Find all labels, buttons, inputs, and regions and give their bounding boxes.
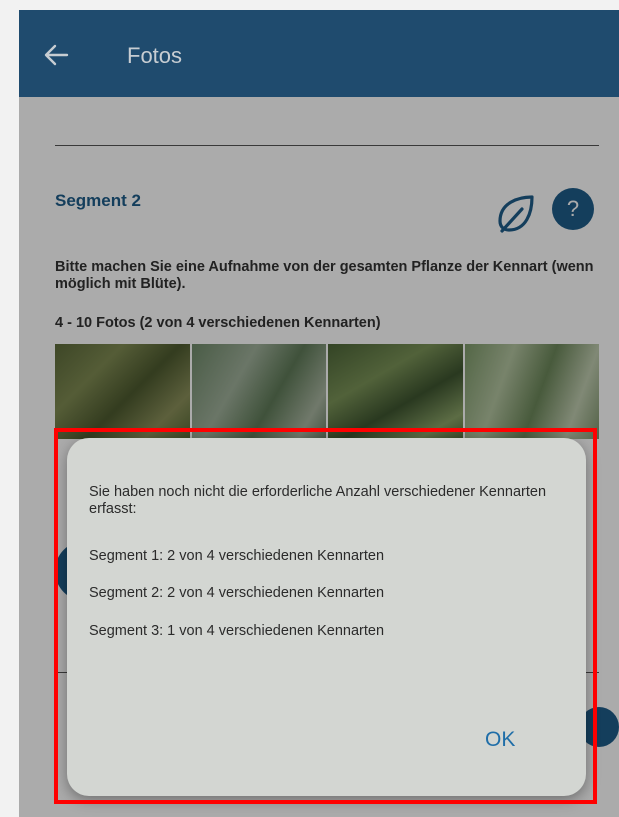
app-bar: Fotos bbox=[19, 10, 619, 97]
alert-dialog: Sie haben noch nicht die erforderliche A… bbox=[67, 438, 586, 796]
ok-button[interactable]: OK bbox=[485, 728, 515, 752]
page-title: Fotos bbox=[127, 43, 183, 68]
dialog-segment-line: Segment 3: 1 von 4 verschiedenen Kennart… bbox=[89, 623, 385, 639]
app-frame: Fotos Segment 2 ? Bitte machen Sie eine … bbox=[19, 10, 619, 817]
back-arrow-icon[interactable] bbox=[41, 40, 71, 70]
dialog-segment-line: Segment 1: 2 von 4 verschiedenen Kennart… bbox=[89, 548, 385, 564]
dialog-segment-line: Segment 2: 2 von 4 verschiedenen Kennart… bbox=[89, 585, 385, 601]
dialog-message: Sie haben noch nicht die erforderliche A… bbox=[89, 484, 547, 517]
